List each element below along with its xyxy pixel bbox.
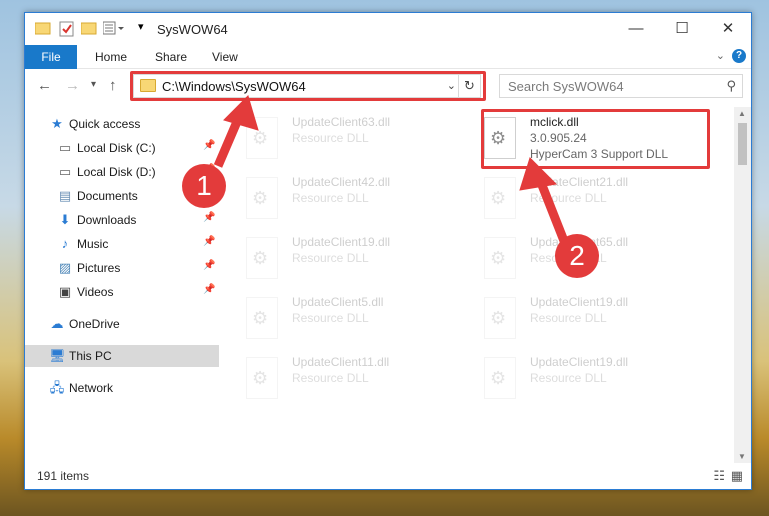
annotation-arrows <box>213 95 571 248</box>
arrow-2-line <box>535 178 571 248</box>
step-2-badge: 2 <box>555 234 599 278</box>
arrow-2-head <box>519 157 558 191</box>
arrow-1-head <box>223 95 259 131</box>
step-1-badge: 1 <box>182 164 226 208</box>
